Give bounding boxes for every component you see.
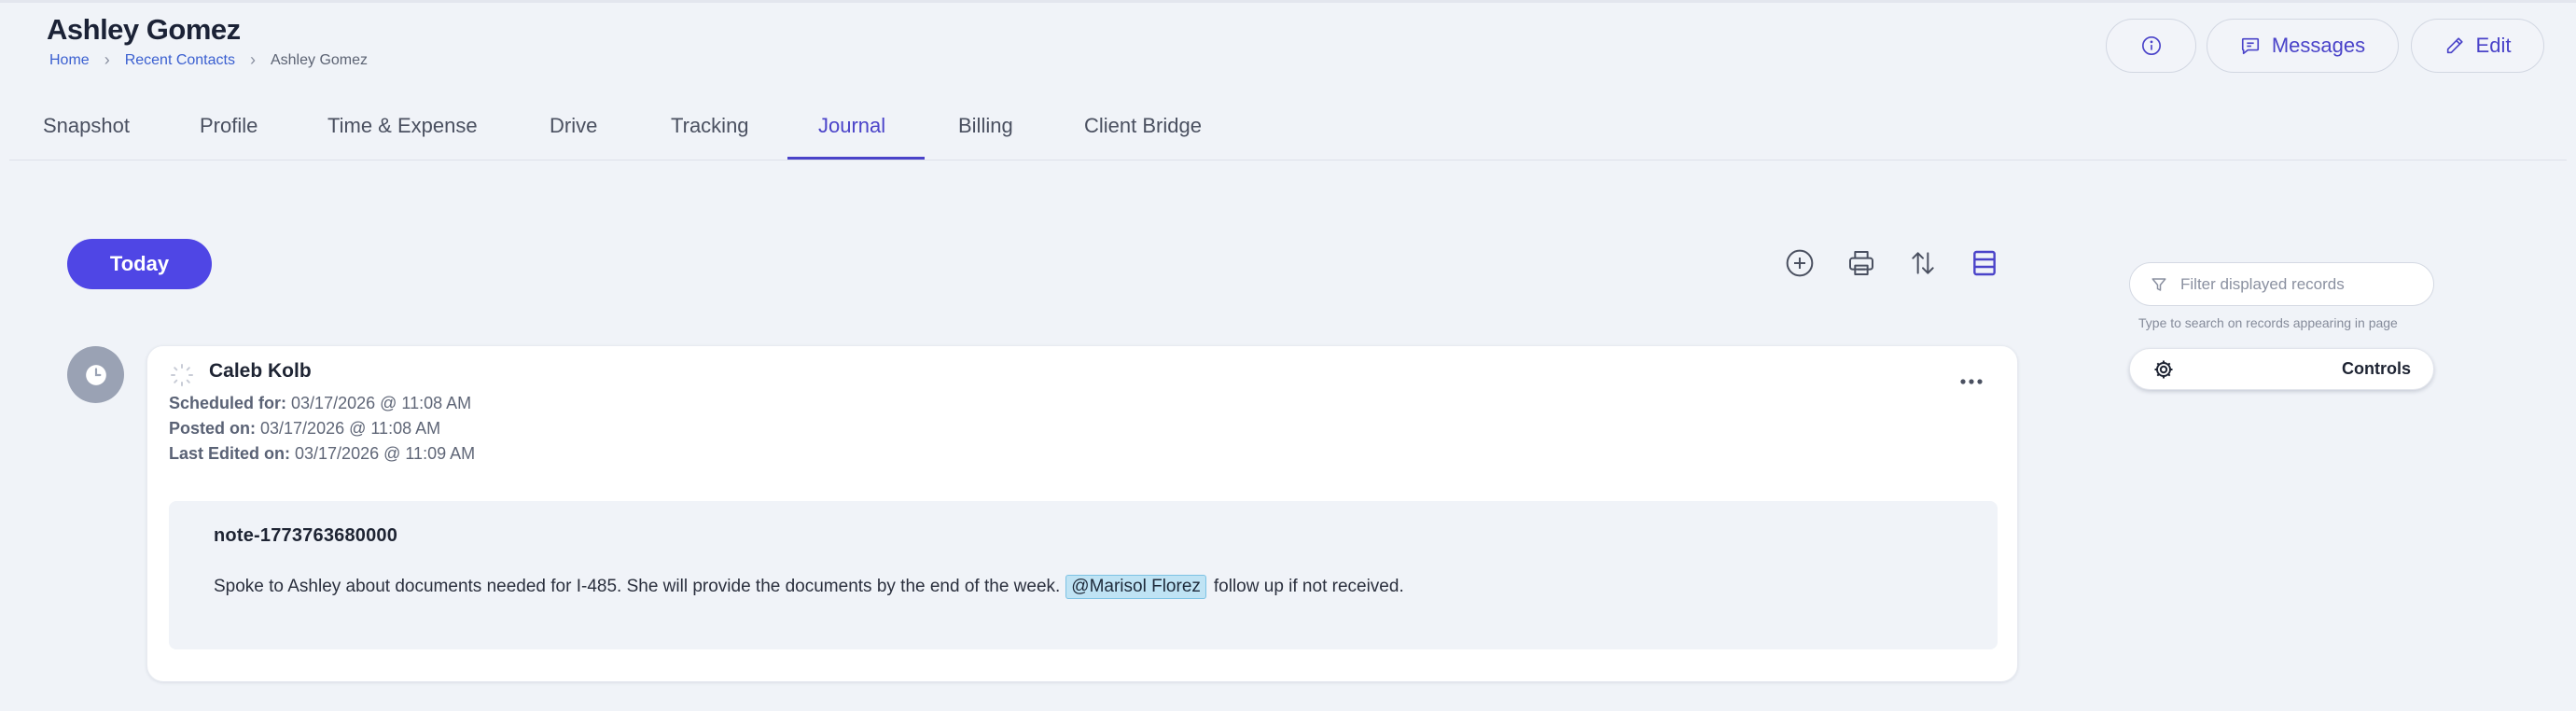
tab-snapshot[interactable]: Snapshot: [43, 114, 130, 138]
layout-toggle-button[interactable]: [1966, 244, 2003, 282]
loading-spinner-icon: [171, 364, 193, 386]
today-button[interactable]: Today: [67, 239, 212, 289]
clock-icon: [85, 364, 106, 385]
note-text-after: follow up if not received.: [1213, 577, 1404, 596]
posted-on: Posted on: 03/17/2026 @ 11:08 AM: [169, 419, 441, 438]
info-button[interactable]: [2106, 19, 2196, 73]
journal-entry-card: Caleb Kolb Scheduled for: 03/17/2026 @ 1…: [146, 345, 2018, 682]
plus-circle-icon: [1786, 249, 1814, 277]
messages-label: Messages: [2271, 34, 2366, 57]
last-edited-on: Last Edited on: 03/17/2026 @ 11:09 AM: [169, 444, 476, 463]
layout-rows-icon: [1973, 250, 1996, 276]
tab-client-bridge[interactable]: Client Bridge: [1084, 114, 1202, 138]
page-title: Ashley Gomez: [47, 13, 241, 46]
tab-tracking[interactable]: Tracking: [671, 114, 749, 138]
more-options-button[interactable]: [1953, 372, 1990, 391]
edit-button[interactable]: Edit: [2411, 19, 2544, 73]
more-horizontal-icon: [1960, 379, 1983, 384]
sort-arrows-icon: [1912, 252, 1934, 274]
breadcrumb-home[interactable]: Home: [49, 52, 90, 69]
breadcrumb-current: Ashley Gomez: [270, 51, 369, 68]
breadcrumb-recent-contacts[interactable]: Recent Contacts: [125, 52, 235, 69]
note-title: note-1773763680000: [214, 525, 398, 546]
note-body: Spoke to Ashley about documents needed f…: [214, 575, 1404, 599]
tab-drive[interactable]: Drive: [550, 114, 597, 138]
info-icon: [2141, 36, 2161, 55]
tab-profile[interactable]: Profile: [200, 114, 258, 138]
edit-label: Edit: [2475, 34, 2512, 57]
note-content: note-1773763680000 Spoke to Ashley about…: [169, 501, 1998, 649]
note-text-before: Spoke to Ashley about documents needed f…: [214, 577, 1061, 596]
controls-button[interactable]: Controls: [2129, 348, 2434, 390]
filter-records-field: [2129, 262, 2434, 306]
pencil-icon: [2446, 37, 2463, 54]
sort-button[interactable]: [1904, 244, 1942, 282]
gear-icon: [2154, 360, 2173, 378]
entry-type-avatar: [67, 346, 124, 403]
controls-label: Controls: [2342, 359, 2411, 378]
tab-journal[interactable]: Journal: [818, 114, 885, 138]
entry-author: Caleb Kolb: [209, 360, 312, 382]
top-border: [0, 0, 2576, 3]
tab-billing[interactable]: Billing: [958, 114, 1013, 138]
print-button[interactable]: [1843, 244, 1880, 282]
breadcrumb: Home › Recent Contacts › Ashley Gomez: [49, 50, 368, 70]
active-tab-indicator: [787, 157, 925, 160]
printer-icon: [1849, 251, 1873, 275]
scheduled-for: Scheduled for: 03/17/2026 @ 11:08 AM: [169, 394, 472, 412]
filter-hint: Type to search on records appearing in p…: [2138, 315, 2398, 330]
chevron-right-icon: ›: [104, 50, 110, 69]
tab-bar: Snapshot Profile Time & Expense Drive Tr…: [9, 93, 2567, 160]
user-mention[interactable]: @Marisol Florez: [1065, 575, 1206, 599]
messages-button[interactable]: Messages: [2207, 19, 2399, 73]
filter-input[interactable]: [2180, 274, 2414, 294]
add-entry-button[interactable]: [1781, 244, 1818, 282]
message-icon: [2241, 37, 2259, 55]
chevron-right-icon: ›: [249, 50, 256, 69]
filter-icon: [2151, 277, 2166, 291]
tab-time-expense[interactable]: Time & Expense: [327, 114, 478, 138]
